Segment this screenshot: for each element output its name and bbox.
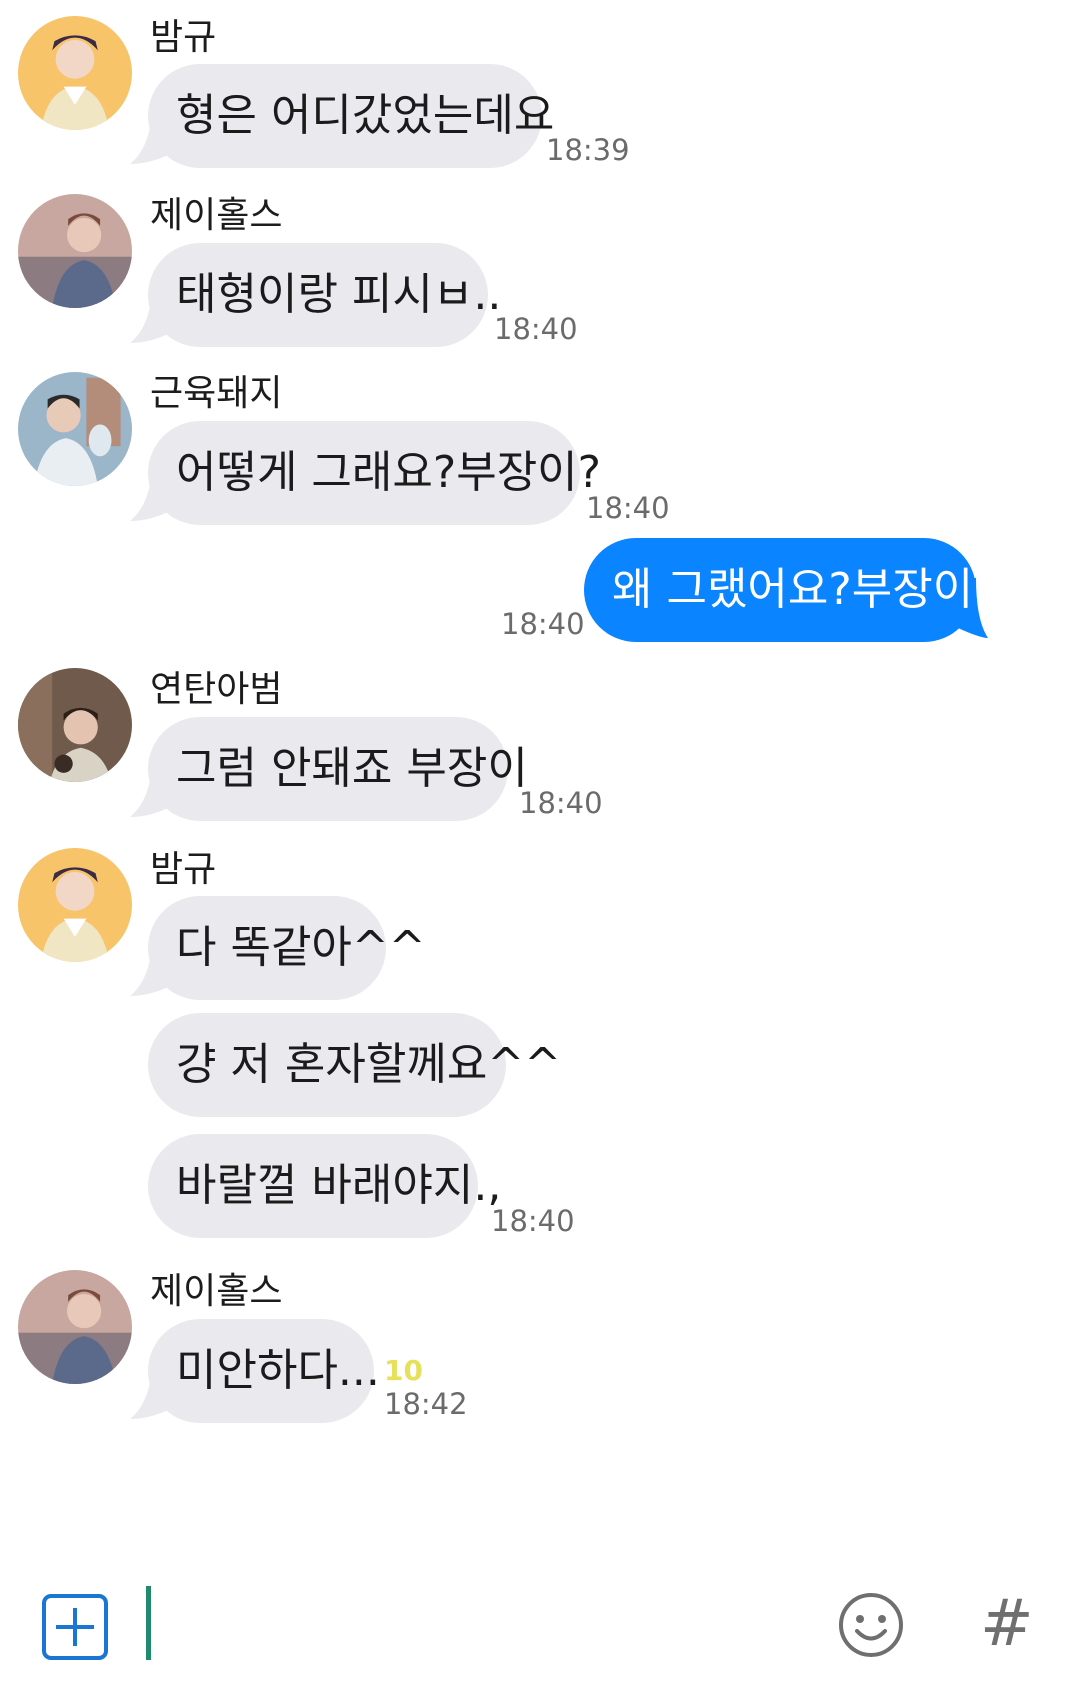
sender-name: 근육돼지: [150, 373, 283, 414]
avatar-muscle[interactable]: [18, 372, 132, 486]
message-bubble[interactable]: 다 똑같아^^: [148, 896, 426, 1000]
message-time: 18:39: [546, 133, 630, 167]
avatar-bamgyu[interactable]: [18, 16, 132, 130]
message-bubble[interactable]: 미안하다...: [148, 1319, 380, 1423]
composer-bar: #: [0, 1570, 1080, 1683]
unread-count: 10: [384, 1354, 423, 1387]
message-time: 18:40: [501, 607, 585, 641]
message-bubble[interactable]: 어떻게 그래요?부장이?: [148, 421, 601, 525]
message-time: 18:40: [494, 312, 578, 346]
avatar-yeontan[interactable]: [18, 668, 132, 782]
message-time: 18:40: [491, 1204, 575, 1238]
message-time: 18:40: [519, 786, 603, 820]
message-bubble[interactable]: 형은 어디갔었는데요: [148, 64, 554, 168]
sender-name: 밤규: [150, 849, 217, 890]
smiley-icon[interactable]: [838, 1592, 904, 1658]
sender-name: 밤규: [150, 17, 217, 58]
plus-icon[interactable]: [42, 1594, 108, 1660]
message-bubble[interactable]: 바랄껄 바래야지.,: [148, 1134, 501, 1238]
message-bubble[interactable]: 그럼 안돼죠 부장이: [148, 717, 528, 821]
avatar-jhope[interactable]: [18, 1270, 132, 1384]
message-input[interactable]: [146, 1584, 790, 1666]
message-bubble[interactable]: 태형이랑 피시ㅂ..: [148, 243, 501, 347]
sender-name: 연탄아범: [150, 669, 283, 710]
avatar-bamgyu[interactable]: [18, 848, 132, 962]
message-bubble[interactable]: 걍 저 혼자할께요^^: [148, 1013, 561, 1117]
text-caret: [146, 1586, 151, 1660]
hashtag-button[interactable]: #: [980, 1582, 1034, 1666]
message-time: 18:42: [384, 1387, 468, 1421]
my-message-bubble[interactable]: 왜 그랬어요?부장이?: [584, 538, 997, 642]
avatar-jhope[interactable]: [18, 194, 132, 308]
sender-name: 제이홀스: [150, 195, 283, 236]
sender-name: 제이홀스: [150, 1271, 283, 1312]
message-time: 18:40: [586, 491, 670, 525]
